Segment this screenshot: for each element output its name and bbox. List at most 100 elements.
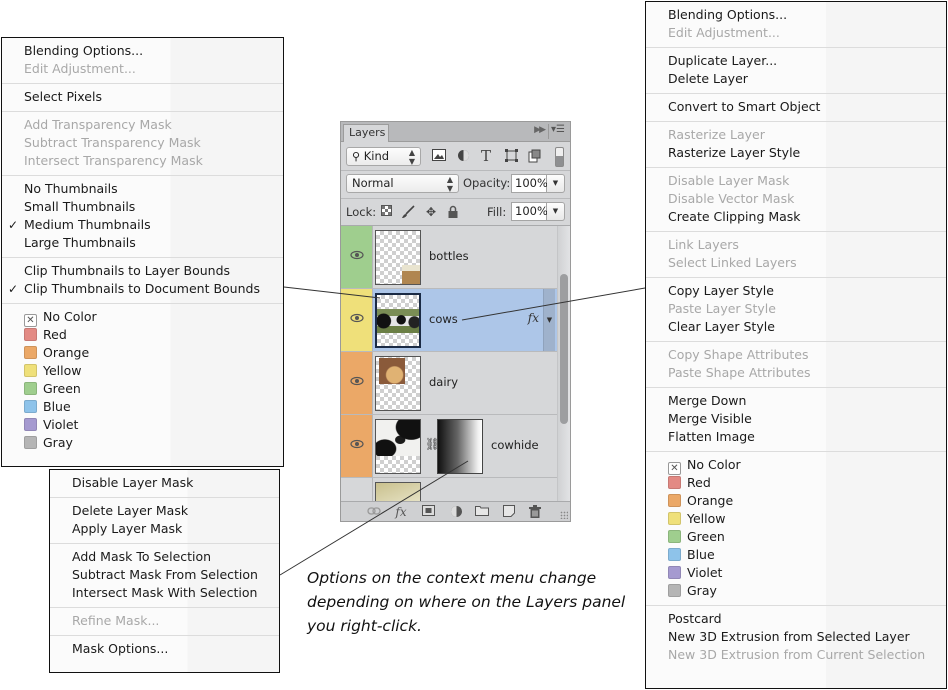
shape-filter-icon[interactable] [504,149,518,163]
menu-item-large-thumbnails[interactable]: Large Thumbnails [2,234,283,252]
menu-item-paste-shape-attributes[interactable]: Paste Shape Attributes [646,364,946,382]
adjustment-filter-icon[interactable] [456,149,470,163]
layer-row-dairy[interactable]: dairy [341,352,557,415]
expand-effects-toggle[interactable]: ▼ [543,289,555,351]
trash-icon[interactable] [528,505,542,519]
menu-item-apply-layer-mask[interactable]: Apply Layer Mask [50,520,279,538]
layer-name[interactable]: cows [429,312,458,326]
menu-item-paste-layer-style[interactable]: Paste Layer Style [646,300,946,318]
menu-item-green[interactable]: Green [646,528,946,546]
layer-row-background[interactable] [341,478,557,503]
menu-item-clip-thumbnails-to-layer-bounds[interactable]: Clip Thumbnails to Layer Bounds [2,262,283,280]
menu-item-delete-layer[interactable]: Delete Layer [646,70,946,88]
menu-item-mask-options[interactable]: Mask Options... [50,640,279,658]
menu-item-orange[interactable]: Orange [646,492,946,510]
menu-item-convert-to-smart-object[interactable]: Convert to Smart Object [646,98,946,116]
menu-item-green[interactable]: Green [2,380,283,398]
menu-item-no-color[interactable]: ✕ No Color [2,308,283,327]
menu-item-flatten-image[interactable]: Flatten Image [646,428,946,446]
layer-thumbnail[interactable] [375,230,421,285]
menu-item-rasterize-layer-style[interactable]: Rasterize Layer Style [646,144,946,162]
menu-item-intersect-mask-with-selection[interactable]: Intersect Mask With Selection [50,584,279,602]
menu-item-select-linked-layers[interactable]: Select Linked Layers [646,254,946,272]
menu-item-duplicate-layer[interactable]: Duplicate Layer... [646,52,946,70]
layer-effects-icon[interactable]: fx [528,311,539,325]
menu-item-edit-adjustment[interactable]: Edit Adjustment... [646,24,946,42]
menu-item-violet[interactable]: Violet [646,564,946,582]
image-filter-icon[interactable] [432,149,446,163]
layer-mask-thumbnail[interactable] [437,419,483,474]
new-layer-icon[interactable] [502,505,516,519]
menu-item-delete-layer-mask[interactable]: Delete Layer Mask [50,502,279,520]
visibility-eye-icon[interactable] [350,439,364,449]
menu-item-violet[interactable]: Violet [2,416,283,434]
menu-item-intersect-transparency-mask[interactable]: Intersect Transparency Mask [2,152,283,170]
type-filter-icon[interactable]: T [479,149,493,164]
menu-item-copy-layer-style[interactable]: Copy Layer Style [646,282,946,300]
menu-item-gray[interactable]: Gray [646,582,946,600]
menu-item-medium-thumbnails[interactable]: ✓ Medium Thumbnails [2,216,283,234]
menu-item-disable-layer-mask[interactable]: Disable Layer Mask [50,474,279,492]
link-icon[interactable] [367,505,381,519]
add-mask-icon[interactable] [421,505,435,519]
layer-row-cowhide[interactable]: ⛓ cowhide [341,415,557,478]
menu-item-blending-options[interactable]: Blending Options... [646,6,946,24]
menu-item-merge-down[interactable]: Merge Down [646,392,946,410]
opacity-input[interactable]: 100% [511,174,548,193]
menu-item-no-color[interactable]: ✕ No Color [646,456,946,475]
lock-position-icon[interactable]: ✥ [424,205,438,219]
layer-row-bottles[interactable]: bottles [341,226,557,289]
layer-name[interactable]: bottles [429,249,469,263]
menu-item-merge-visible[interactable]: Merge Visible [646,410,946,428]
menu-item-no-thumbnails[interactable]: No Thumbnails [2,180,283,198]
menu-item-small-thumbnails[interactable]: Small Thumbnails [2,198,283,216]
menu-item-edit-adjustment[interactable]: Edit Adjustment... [2,60,283,78]
menu-item-yellow[interactable]: Yellow [646,510,946,528]
menu-item-copy-shape-attributes[interactable]: Copy Shape Attributes [646,346,946,364]
menu-item-subtract-transparency-mask[interactable]: Subtract Transparency Mask [2,134,283,152]
new-group-icon[interactable] [475,505,489,519]
layer-thumbnail[interactable] [375,356,421,411]
menu-item-create-clipping-mask[interactable]: Create Clipping Mask [646,208,946,226]
menu-item-subtract-mask-from-selection[interactable]: Subtract Mask From Selection [50,566,279,584]
blend-mode-select[interactable]: Normal ▲ ▼ [346,174,459,193]
menu-item-refine-mask[interactable]: Refine Mask... [50,612,279,630]
menu-item-select-pixels[interactable]: Select Pixels [2,88,283,106]
menu-item-postcard[interactable]: Postcard [646,610,946,628]
menu-item-red[interactable]: Red [2,326,283,344]
lock-paint-icon[interactable] [401,205,415,219]
visibility-eye-icon[interactable] [350,376,364,386]
opacity-dropdown-button[interactable]: ▼ [547,174,565,193]
menu-item-add-transparency-mask[interactable]: Add Transparency Mask [2,116,283,134]
tab-layers[interactable]: Layers [343,124,389,142]
panel-menu-icon[interactable]: ▾☰ [551,124,565,135]
fill-dropdown-button[interactable]: ▼ [547,202,565,221]
menu-item-blue[interactable]: Blue [2,398,283,416]
menu-item-link-layers[interactable]: Link Layers [646,236,946,254]
visibility-eye-icon[interactable] [350,313,364,323]
layer-name[interactable]: dairy [429,375,458,389]
smart-object-filter-icon[interactable] [527,149,541,163]
lock-transparent-icon[interactable] [379,205,393,219]
layer-thumbnail[interactable] [375,293,421,348]
menu-item-add-mask-to-selection[interactable]: Add Mask To Selection [50,548,279,566]
layer-row-cows[interactable]: cows fx ▼ [341,289,557,352]
resize-grip[interactable] [560,511,568,519]
menu-item-disable-vector-mask[interactable]: Disable Vector Mask [646,190,946,208]
filter-kind-select[interactable]: ⚲ Kind ▲ ▼ [346,147,421,166]
layer-thumbnail[interactable] [375,482,421,503]
menu-item-gray[interactable]: Gray [2,434,283,452]
menu-item-red[interactable]: Red [646,474,946,492]
layer-thumbnail[interactable] [375,419,421,474]
layer-name[interactable]: cowhide [491,438,539,452]
menu-item-yellow[interactable]: Yellow [2,362,283,380]
menu-item-clear-layer-style[interactable]: Clear Layer Style [646,318,946,336]
menu-item-blending-options[interactable]: Blending Options... [2,42,283,60]
fill-input[interactable]: 100% [511,202,548,221]
adjustment-layer-icon[interactable] [449,505,463,519]
lock-all-icon[interactable] [446,205,460,219]
scrollbar-thumb[interactable] [560,274,568,424]
fx-icon[interactable]: fx [394,505,408,519]
filter-toggle-switch[interactable] [555,147,564,167]
layers-scrollbar[interactable] [557,226,570,503]
